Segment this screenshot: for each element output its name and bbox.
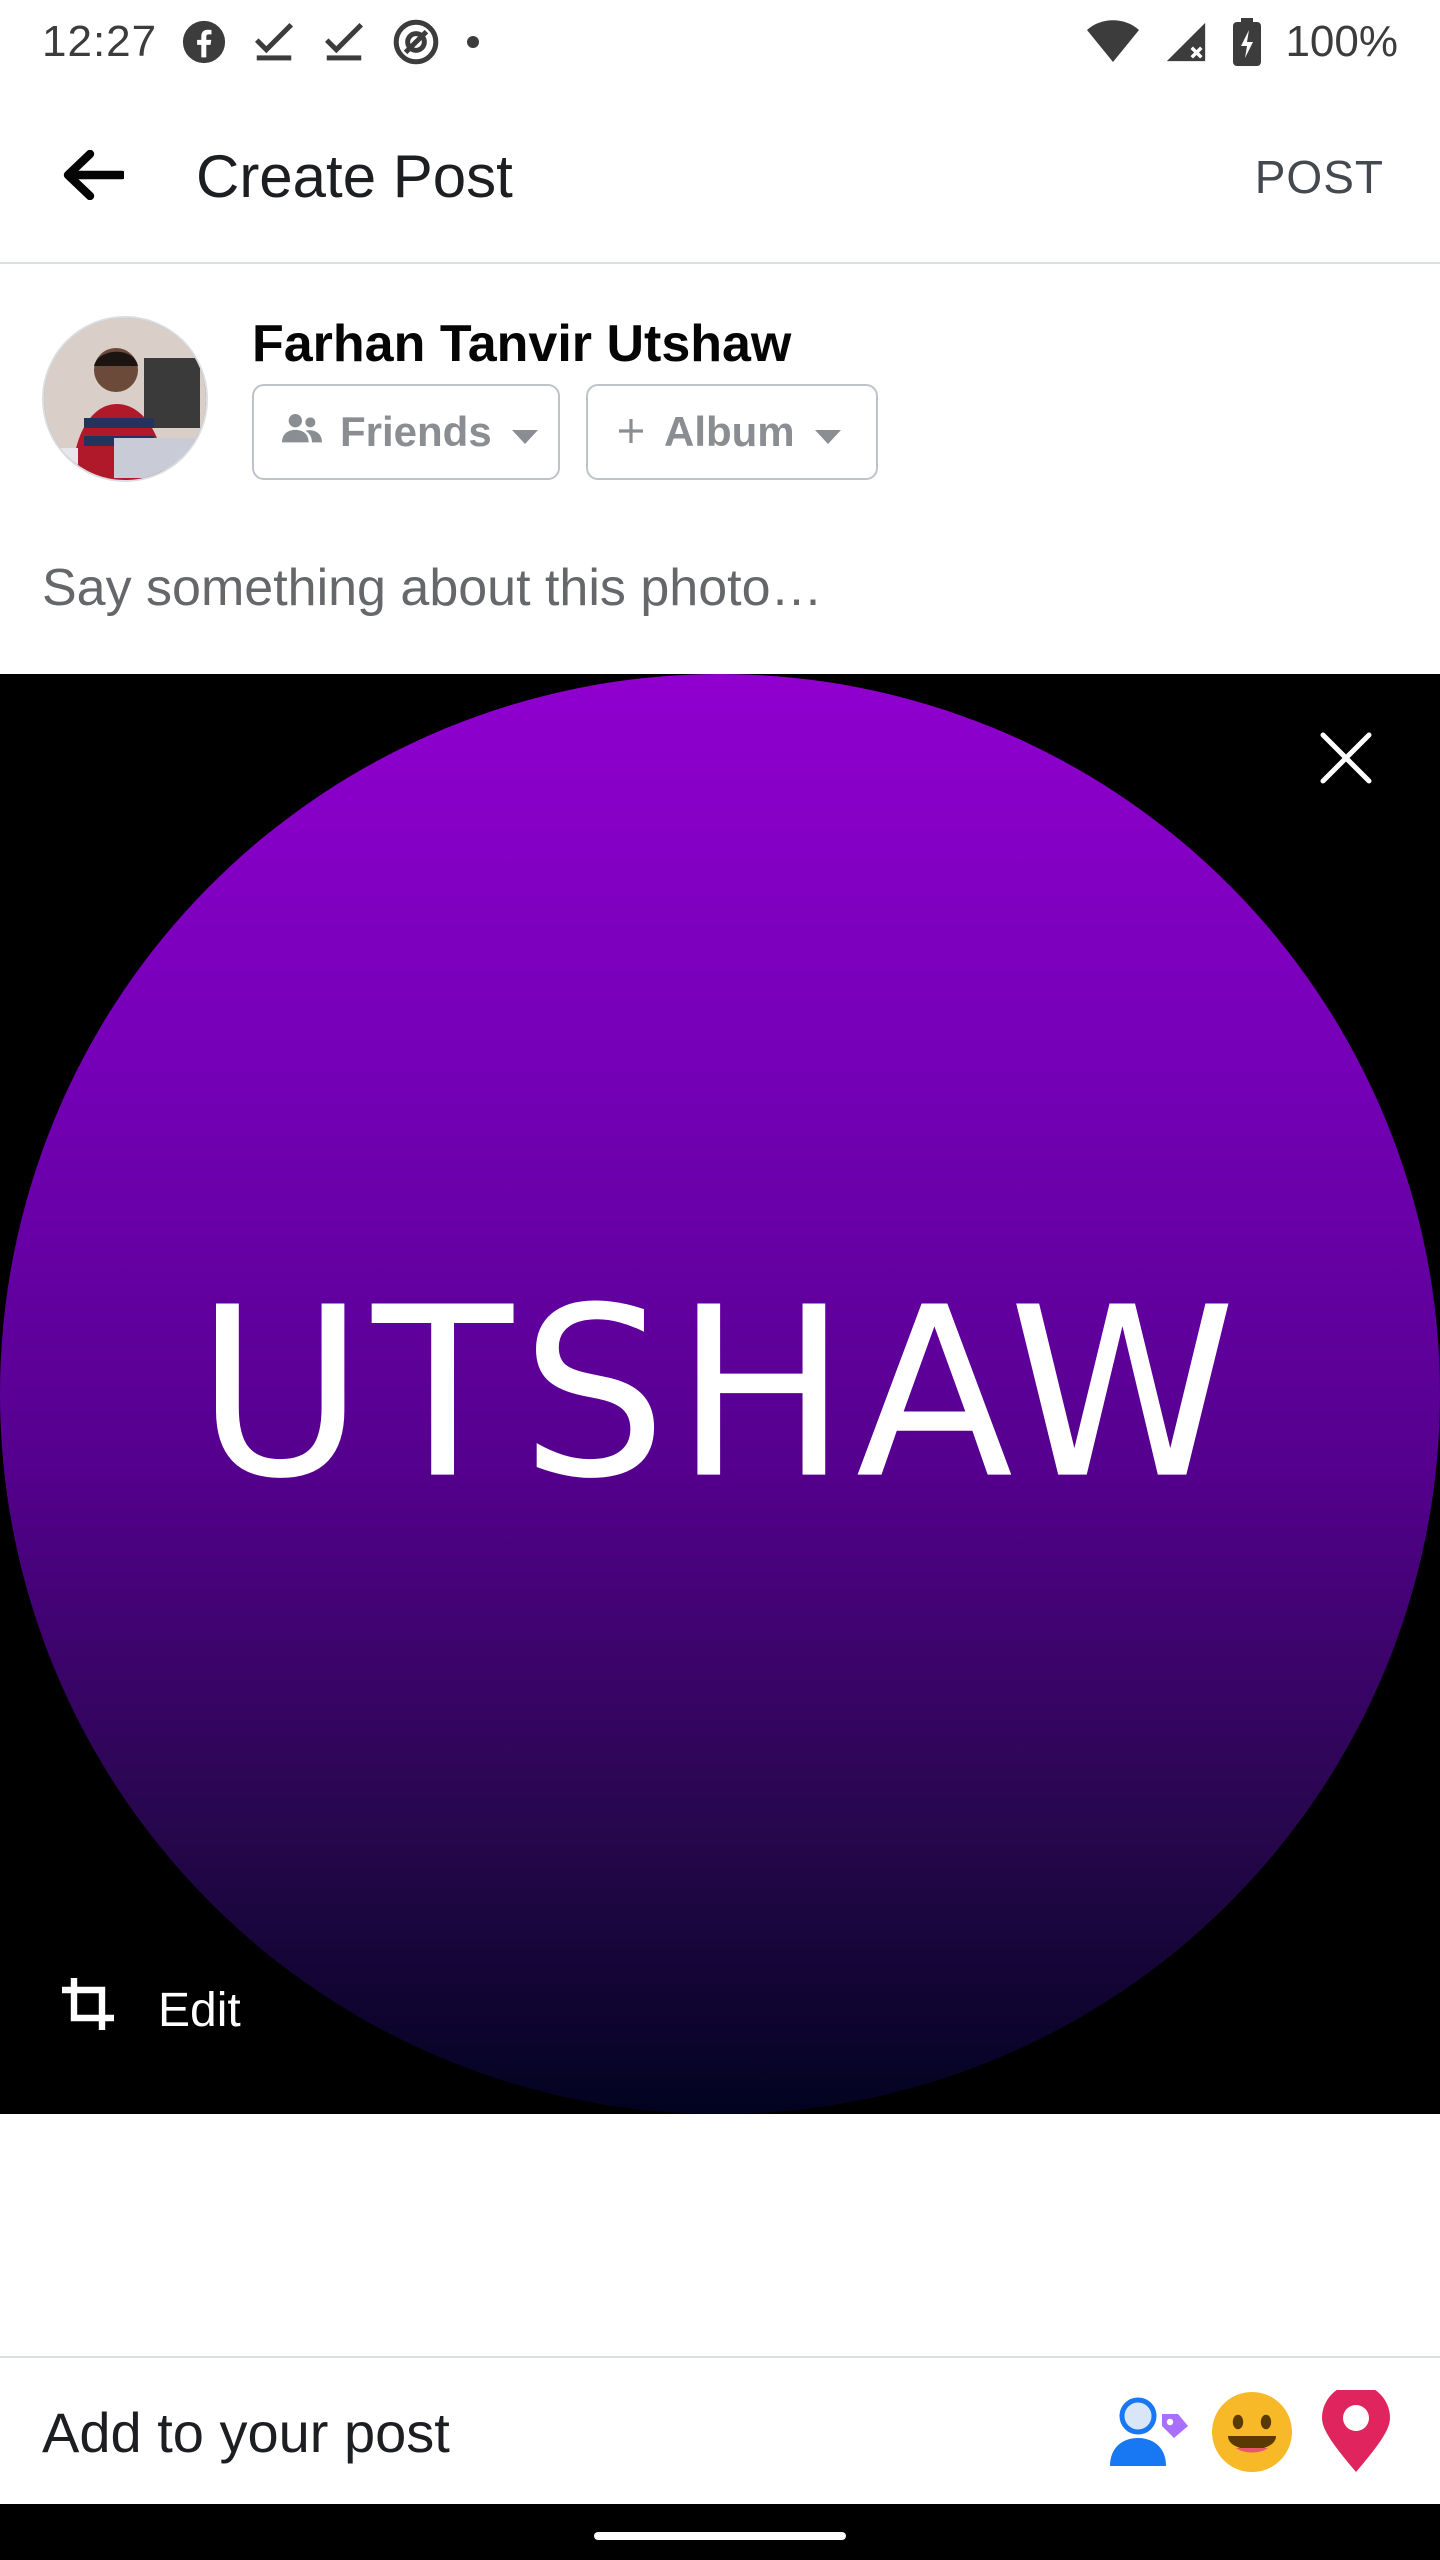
facebook-icon (181, 19, 227, 65)
post-text-input[interactable]: Say something about this photo… (42, 558, 822, 618)
add-to-post-bar[interactable]: Add to your post (0, 2356, 1440, 2504)
album-label: Album (664, 408, 795, 455)
audience-selector[interactable]: Friends (252, 384, 560, 480)
tag-people-icon[interactable] (1104, 2388, 1192, 2476)
status-left: 12:27 (42, 17, 481, 67)
at-sign-icon (391, 17, 441, 67)
close-icon[interactable] (1306, 718, 1386, 798)
wifi-icon (1087, 20, 1140, 64)
download-done-icon (251, 19, 297, 65)
download-done-icon (321, 19, 367, 65)
attached-photo[interactable]: UTSHAW Edit (0, 674, 1440, 2114)
photo-image: UTSHAW (0, 674, 1440, 2114)
album-selector[interactable]: Album (586, 384, 878, 480)
avatar[interactable] (42, 316, 208, 482)
edit-label: Edit (158, 1983, 241, 2037)
battery-percent: 100% (1285, 17, 1398, 66)
app-bar: Create Post POST (0, 84, 1440, 264)
system-nav-bar (0, 2504, 1440, 2560)
chevron-down-icon (813, 408, 843, 456)
home-indicator[interactable] (594, 2532, 846, 2540)
author-row: Farhan Tanvir Utshaw Friends Album (0, 264, 1440, 504)
audience-label: Friends (340, 408, 492, 455)
crop-icon (60, 1976, 116, 2044)
add-to-post-label: Add to your post (42, 2401, 450, 2464)
photo-text: UTSHAW (196, 1257, 1244, 1531)
chevron-down-icon (510, 408, 540, 456)
friends-icon (282, 408, 322, 456)
page-title: Create Post (196, 143, 513, 210)
status-time: 12:27 (42, 17, 158, 66)
status-right: 100% (1087, 17, 1398, 67)
signal-icon (1163, 19, 1209, 65)
location-pin-icon[interactable] (1312, 2388, 1400, 2476)
back-arrow-icon[interactable] (58, 140, 128, 210)
author-name: Farhan Tanvir Utshaw (252, 315, 792, 373)
plus-icon (616, 408, 646, 456)
battery-charging-icon (1233, 18, 1262, 66)
feeling-emoji-icon[interactable] (1208, 2388, 1296, 2476)
status-bar: 12:27 100% (0, 0, 1440, 84)
add-to-post-icons (1104, 2388, 1400, 2476)
edit-photo-button[interactable]: Edit (60, 1976, 241, 2044)
dot-icon (465, 34, 481, 50)
post-button[interactable]: POST (1255, 150, 1384, 204)
